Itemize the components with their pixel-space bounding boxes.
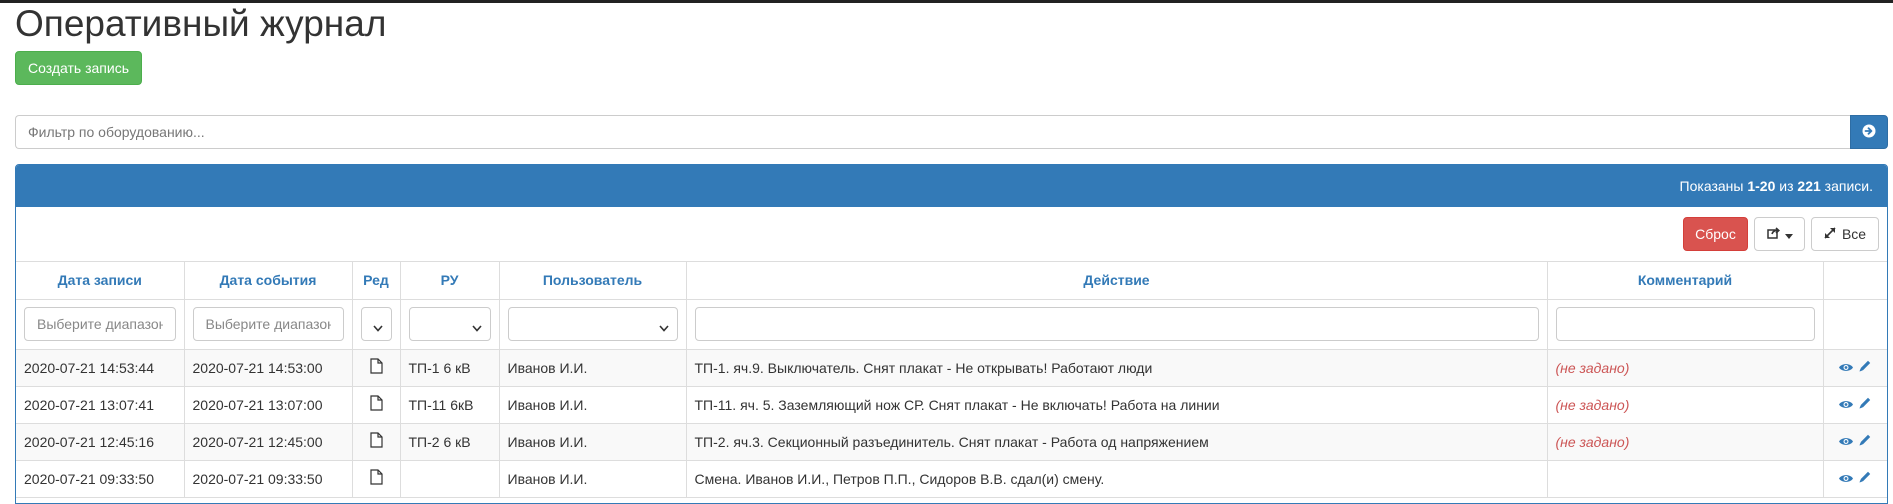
comment-cell: (не задано) (1547, 423, 1824, 461)
caret-down-icon (1784, 226, 1793, 242)
user-cell: Иванов И.И. (499, 349, 687, 387)
edited-cell (352, 386, 401, 424)
action-cell: Смена. Иванов И.И., Петров П.П., Сидоров… (686, 460, 1548, 498)
filter-cell-actions (1823, 299, 1887, 350)
table-row: 2020-07-21 09:33:50 2020-07-21 09:33:50 … (16, 460, 1887, 498)
comment-cell: (не задано) (1547, 349, 1824, 387)
filter-submit-button[interactable] (1850, 115, 1888, 149)
filter-cell-event-date (184, 299, 353, 350)
summary-bar: Показаны 1-20 из 221 записи. (16, 165, 1887, 207)
summary-prefix: Показаны (1679, 178, 1748, 194)
pencil-icon[interactable] (1858, 359, 1872, 376)
file-icon (369, 395, 383, 414)
table-row: 2020-07-21 13:07:41 2020-07-21 13:07:00 … (16, 386, 1887, 424)
ru-filter-select[interactable] (408, 307, 491, 341)
user-cell: Иванов И.И. (499, 386, 687, 424)
table-row: 2020-07-21 12:45:16 2020-07-21 12:45:00 … (16, 423, 1887, 461)
filter-cell-ru (400, 299, 500, 350)
expand-icon (1824, 226, 1836, 242)
show-all-button[interactable]: Все (1811, 217, 1879, 251)
summary-mid: из (1775, 178, 1798, 194)
filter-cell-user (499, 299, 687, 350)
journal-grid-panel: Показаны 1-20 из 221 записи. Сброс Все Д… (15, 164, 1888, 504)
chevron-down-icon (471, 319, 482, 335)
edited-cell (352, 460, 401, 498)
chevron-down-icon (658, 319, 669, 335)
col-header-actions (1823, 262, 1887, 300)
user-cell: Иванов И.И. (499, 460, 687, 498)
grid-toolbar: Сброс Все (16, 207, 1887, 262)
record-date-cell: 2020-07-21 14:53:44 (16, 349, 185, 387)
col-header-ru[interactable]: РУ (400, 262, 500, 300)
edited-filter-select[interactable] (360, 307, 392, 341)
row-actions-cell (1823, 349, 1887, 387)
show-all-label: Все (1841, 226, 1867, 242)
comment-cell: (не задано) (1547, 386, 1824, 424)
event-date-cell: 2020-07-21 12:45:00 (184, 423, 353, 461)
record-date-cell: 2020-07-21 13:07:41 (16, 386, 185, 424)
arrow-circle-right-icon (1862, 124, 1876, 141)
action-filter-input[interactable] (694, 307, 1539, 341)
col-header-edited[interactable]: Ред (352, 262, 401, 300)
summary-text: Показаны 1-20 из 221 записи. (1680, 178, 1873, 194)
record-date-cell: 2020-07-21 09:33:50 (16, 460, 185, 498)
row-actions-cell (1823, 423, 1887, 461)
file-icon (369, 469, 383, 488)
eye-icon[interactable] (1838, 434, 1854, 450)
filter-row (16, 299, 1887, 350)
summary-suffix: записи. (1820, 178, 1873, 194)
pencil-icon[interactable] (1858, 470, 1872, 487)
user-cell: Иванов И.И. (499, 423, 687, 461)
chevron-down-icon (372, 319, 383, 335)
table-row: 2020-07-21 14:53:44 2020-07-21 14:53:00 … (16, 349, 1887, 387)
col-header-user[interactable]: Пользователь (499, 262, 687, 300)
create-record-button[interactable]: Создать запись (15, 51, 142, 85)
event-date-range-input[interactable] (192, 307, 344, 341)
equipment-filter-input[interactable] (15, 115, 1850, 149)
pencil-icon[interactable] (1858, 396, 1872, 413)
summary-range: 1-20 (1747, 178, 1776, 194)
row-actions-cell (1823, 386, 1887, 424)
record-date-cell: 2020-07-21 12:45:16 (16, 423, 185, 461)
row-actions-cell (1823, 460, 1887, 498)
event-date-cell: 2020-07-21 13:07:00 (184, 386, 353, 424)
eye-icon[interactable] (1838, 471, 1854, 487)
col-header-action[interactable]: Действие (686, 262, 1548, 300)
record-date-range-input[interactable] (24, 307, 176, 341)
event-date-cell: 2020-07-21 09:33:50 (184, 460, 353, 498)
filter-cell-edited (352, 299, 401, 350)
comment-filter-input[interactable] (1555, 307, 1815, 341)
comment-cell (1547, 460, 1824, 498)
edited-cell (352, 349, 401, 387)
reset-button[interactable]: Сброс (1683, 217, 1748, 251)
action-cell: ТП-1. яч.9. Выключатель. Снят плакат - Н… (686, 349, 1548, 387)
col-header-comment[interactable]: Комментарий (1547, 262, 1824, 300)
user-filter-select[interactable] (507, 307, 678, 341)
filter-cell-record-date (16, 299, 185, 350)
journal-table: Дата записи Дата события Ред РУ Пользова… (16, 262, 1887, 498)
ru-cell: ТП-2 6 кВ (400, 423, 500, 461)
edited-cell (352, 423, 401, 461)
summary-total: 221 (1797, 178, 1821, 194)
export-icon (1766, 226, 1781, 242)
eye-icon[interactable] (1838, 397, 1854, 413)
col-header-event-date[interactable]: Дата события (184, 262, 353, 300)
export-menu-button[interactable] (1754, 217, 1805, 251)
ru-cell: ТП-11 6кВ (400, 386, 500, 424)
file-icon (369, 432, 383, 451)
filter-cell-action (686, 299, 1548, 350)
pencil-icon[interactable] (1858, 433, 1872, 450)
event-date-cell: 2020-07-21 14:53:00 (184, 349, 353, 387)
col-header-record-date[interactable]: Дата записи (16, 262, 185, 300)
action-cell: ТП-2. яч.3. Секционный разъединитель. Сн… (686, 423, 1548, 461)
eye-icon[interactable] (1838, 360, 1854, 376)
file-icon (369, 358, 383, 377)
page-title: Оперативный журнал (15, 3, 387, 44)
filter-cell-comment (1547, 299, 1824, 350)
action-cell: ТП-11. яч. 5. Заземляющий нож СР. Снят п… (686, 386, 1548, 424)
ru-cell: ТП-1 6 кВ (400, 349, 500, 387)
header-row: Дата записи Дата события Ред РУ Пользова… (16, 262, 1887, 300)
ru-cell (400, 460, 500, 498)
equipment-filter (15, 115, 1888, 149)
